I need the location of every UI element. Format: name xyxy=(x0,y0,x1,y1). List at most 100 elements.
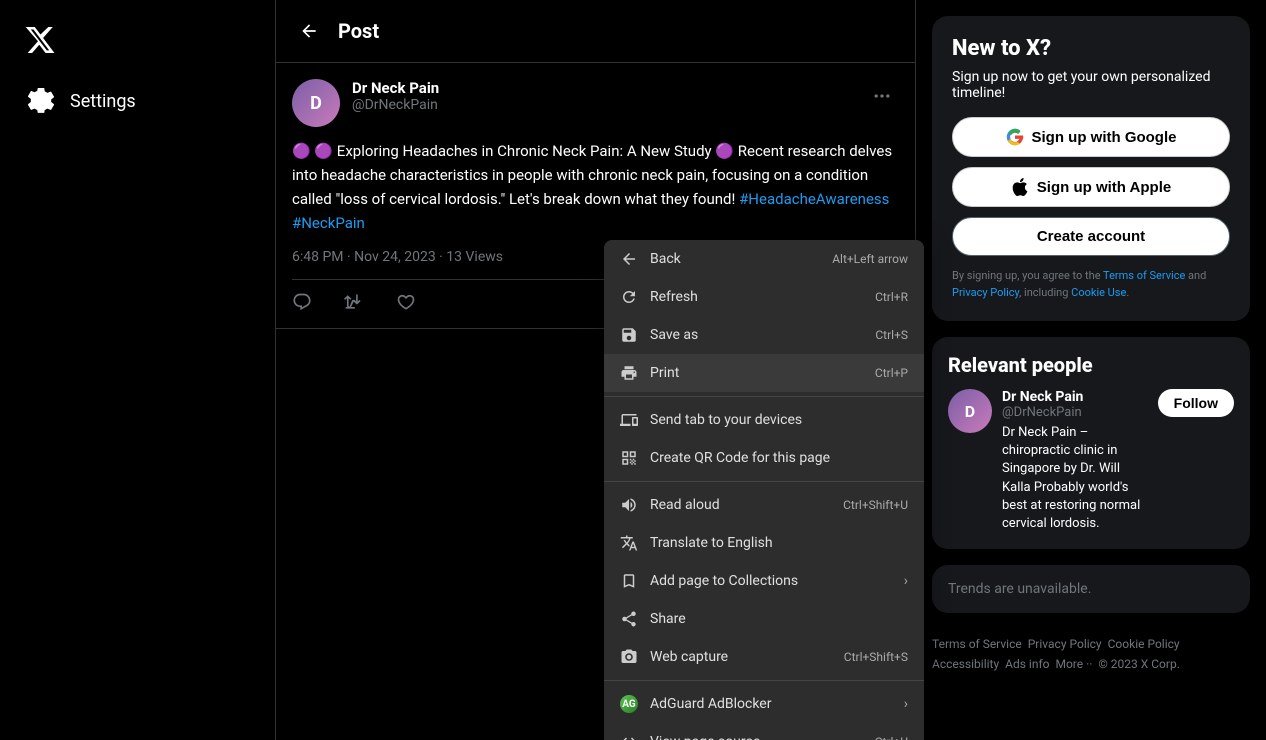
tweet-author-row: D Dr Neck Pain @DrNeckPain xyxy=(292,79,899,127)
menu-separator-3 xyxy=(604,680,924,681)
footer-accessibility[interactable]: Accessibility xyxy=(932,657,999,671)
google-signup-label: Sign up with Google xyxy=(1032,129,1177,146)
footer-terms[interactable]: Terms of Service xyxy=(932,637,1022,651)
context-menu[interactable]: Back Alt+Left arrow Refresh Ctrl+R Save … xyxy=(604,240,924,740)
menu-save-shortcut: Ctrl+S xyxy=(875,328,908,342)
back-button[interactable] xyxy=(292,14,326,48)
menu-back-shortcut: Alt+Left arrow xyxy=(832,252,908,266)
terms-link[interactable]: Terms of Service xyxy=(1103,269,1185,282)
avatar: D xyxy=(292,79,340,127)
web-capture-icon xyxy=(620,648,638,666)
refresh-icon xyxy=(620,288,638,306)
person-info: Dr Neck Pain @DrNeckPain Dr Neck Pain – … xyxy=(1002,389,1148,533)
footer-links: Terms of Service Privacy Policy Cookie P… xyxy=(932,629,1250,679)
new-to-x-title: New to X? xyxy=(952,36,1230,61)
person-row: D Dr Neck Pain @DrNeckPain Dr Neck Pain … xyxy=(948,389,1234,533)
collections-arrow: › xyxy=(904,573,908,589)
menu-item-adguard[interactable]: AG AdGuard AdBlocker › xyxy=(604,685,924,723)
menu-item-print[interactable]: Print Ctrl+P xyxy=(604,354,924,392)
follow-button[interactable]: Follow xyxy=(1158,389,1234,417)
post-header: Post xyxy=(276,0,915,63)
devices-icon xyxy=(620,411,638,429)
menu-item-save-as[interactable]: Save as Ctrl+S xyxy=(604,316,924,354)
menu-item-send-tab[interactable]: Send tab to your devices xyxy=(604,401,924,439)
person-bio: Dr Neck Pain – chiropractic clinic in Si… xyxy=(1002,424,1148,533)
hashtag1-link[interactable]: #HeadacheAwareness xyxy=(739,190,889,208)
create-account-button[interactable]: Create account xyxy=(952,217,1230,256)
menu-item-collections[interactable]: Add page to Collections › xyxy=(604,562,924,600)
footer-more[interactable]: More ·· xyxy=(1055,657,1092,671)
menu-web-capture-shortcut: Ctrl+Shift+S xyxy=(844,650,908,664)
tweet-more-button[interactable] xyxy=(865,79,899,113)
menu-item-share[interactable]: Share xyxy=(604,600,924,638)
adguard-icon: AG xyxy=(620,695,638,713)
retweet-button[interactable] xyxy=(344,292,364,312)
menu-refresh-label: Refresh xyxy=(650,289,698,305)
menu-refresh-shortcut: Ctrl+R xyxy=(875,290,908,304)
hashtag2-link[interactable]: #NeckPain xyxy=(292,214,365,232)
menu-send-tab-label: Send tab to your devices xyxy=(650,412,802,428)
qr-icon xyxy=(620,449,638,467)
menu-item-view-source[interactable]: View page source Ctrl+U xyxy=(604,723,924,740)
menu-print-label: Print xyxy=(650,365,679,381)
apple-signup-button[interactable]: Sign up with Apple xyxy=(952,167,1230,207)
menu-save-label: Save as xyxy=(650,327,698,343)
privacy-link[interactable]: Privacy Policy xyxy=(952,286,1019,299)
new-to-x-card: New to X? Sign up now to get your own pe… xyxy=(932,16,1250,321)
footer-copyright: © 2023 X Corp. xyxy=(1098,657,1179,671)
share-icon xyxy=(620,610,638,628)
page-title: Post xyxy=(338,19,379,43)
menu-share-label: Share xyxy=(650,611,686,627)
menu-view-source-label: View page source xyxy=(650,734,760,740)
terms-text: By signing up, you agree to the Terms of… xyxy=(952,268,1230,301)
trends-unavailable: Trends are unavailable. xyxy=(948,581,1234,597)
translate-icon xyxy=(620,534,638,552)
right-sidebar: New to X? Sign up now to get your own pe… xyxy=(916,0,1266,740)
relevant-people-title: Relevant people xyxy=(948,353,1234,377)
sidebar-item-settings[interactable]: Settings xyxy=(16,76,259,126)
trends-card: Trends are unavailable. xyxy=(932,565,1250,613)
menu-web-capture-label: Web capture xyxy=(650,649,728,665)
menu-print-shortcut: Ctrl+P xyxy=(875,366,908,380)
menu-separator-2 xyxy=(604,481,924,482)
menu-item-web-capture[interactable]: Web capture Ctrl+Shift+S xyxy=(604,638,924,676)
tweet-body: 🟣 🟣 Exploring Headaches in Chronic Neck … xyxy=(292,139,899,235)
person-avatar: D xyxy=(948,389,992,433)
footer-cookie[interactable]: Cookie Policy xyxy=(1108,637,1180,651)
menu-item-refresh[interactable]: Refresh Ctrl+R xyxy=(604,278,924,316)
menu-item-translate[interactable]: Translate to English xyxy=(604,524,924,562)
menu-item-read-aloud[interactable]: Read aloud Ctrl+Shift+U xyxy=(604,486,924,524)
menu-view-source-shortcut: Ctrl+U xyxy=(875,735,908,740)
author-name: Dr Neck Pain xyxy=(352,79,853,97)
create-account-label: Create account xyxy=(1037,228,1145,245)
relevant-people-card: Relevant people D Dr Neck Pain @DrNeckPa… xyxy=(932,337,1250,549)
google-signup-button[interactable]: Sign up with Google xyxy=(952,117,1230,157)
read-aloud-icon xyxy=(620,496,638,514)
menu-item-qr-code[interactable]: Create QR Code for this page xyxy=(604,439,924,477)
person-name: Dr Neck Pain xyxy=(1002,389,1148,405)
menu-item-back[interactable]: Back Alt+Left arrow xyxy=(604,240,924,278)
sidebar-item-label: Settings xyxy=(70,91,136,112)
menu-collections-label: Add page to Collections xyxy=(650,573,798,589)
author-info: Dr Neck Pain @DrNeckPain xyxy=(352,79,853,113)
new-to-x-subtitle: Sign up now to get your own personalized… xyxy=(952,69,1230,101)
print-icon xyxy=(620,364,638,382)
collections-icon xyxy=(620,572,638,590)
footer-privacy[interactable]: Privacy Policy xyxy=(1028,637,1102,651)
footer-ads[interactable]: Ads info xyxy=(1005,657,1049,671)
menu-read-aloud-shortcut: Ctrl+Shift+U xyxy=(843,498,908,512)
sidebar: Settings xyxy=(0,0,275,740)
author-handle: @DrNeckPain xyxy=(352,97,853,113)
cookie-link[interactable]: Cookie Use xyxy=(1071,286,1126,299)
menu-qr-label: Create QR Code for this page xyxy=(650,450,830,466)
like-button[interactable] xyxy=(396,292,416,312)
apple-signup-label: Sign up with Apple xyxy=(1037,179,1171,196)
gear-icon xyxy=(28,88,54,114)
back-icon xyxy=(620,250,638,268)
reply-button[interactable] xyxy=(292,292,312,312)
x-logo[interactable] xyxy=(16,16,64,64)
menu-translate-label: Translate to English xyxy=(650,535,773,551)
save-icon xyxy=(620,326,638,344)
source-icon xyxy=(620,733,638,740)
menu-back-label: Back xyxy=(650,251,681,267)
